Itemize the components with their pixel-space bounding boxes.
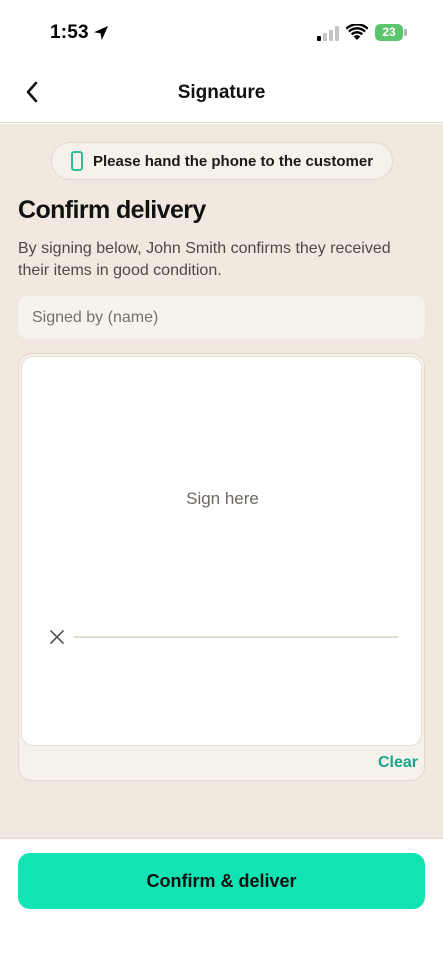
clear-button[interactable]: Clear	[378, 754, 418, 772]
signature-card: Sign here Clear	[18, 353, 425, 781]
sign-here-prompt: Sign here	[186, 489, 259, 508]
bottom-bar: Confirm & deliver	[0, 838, 443, 960]
status-bar: 1:53 23	[0, 0, 443, 62]
x-icon	[50, 630, 64, 644]
signature-pad[interactable]: Sign here	[21, 356, 422, 746]
battery-icon: 23	[375, 24, 407, 41]
content-area: Please hand the phone to the customer Co…	[0, 124, 443, 838]
nav-bar: Signature	[0, 62, 443, 123]
confirmation-description: By signing below, John Smith confirms th…	[18, 240, 391, 279]
status-time: 1:53	[50, 22, 89, 43]
page-title: Signature	[177, 82, 266, 103]
hand-phone-banner: Please hand the phone to the customer	[51, 142, 393, 180]
signed-by-name-input[interactable]	[18, 296, 425, 339]
battery-level: 23	[382, 25, 396, 39]
confirm-deliver-button[interactable]: Confirm & deliver	[18, 853, 425, 909]
signature-line	[74, 636, 398, 638]
banner-text: Please hand the phone to the customer	[93, 152, 374, 170]
cellular-signal-icon	[317, 26, 339, 41]
wifi-icon	[346, 24, 368, 40]
phone-icon	[71, 151, 83, 171]
location-arrow-icon	[94, 26, 108, 40]
confirm-delivery-heading: Confirm delivery	[18, 196, 206, 224]
